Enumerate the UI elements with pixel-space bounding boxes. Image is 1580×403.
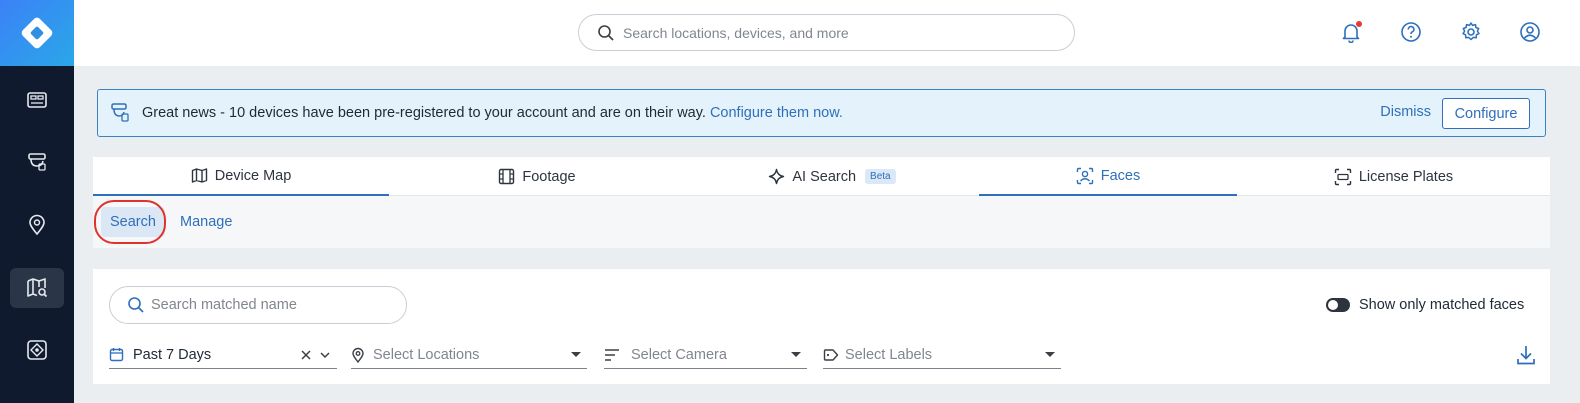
sparkle-icon	[769, 168, 785, 185]
help-button[interactable]	[1399, 20, 1423, 44]
tab-bar: Device Map Footage AI Search Beta Faces …	[93, 157, 1550, 196]
sidebar-item-apps[interactable]	[10, 330, 64, 370]
camera-select[interactable]: Select Camera	[604, 341, 807, 369]
dashboard-icon	[27, 92, 47, 108]
tag-icon	[823, 348, 839, 361]
clear-icon[interactable]	[300, 349, 312, 361]
download-button[interactable]	[1516, 344, 1536, 366]
beta-badge: Beta	[865, 169, 896, 184]
configure-now-link[interactable]: Configure them now.	[710, 105, 843, 121]
sidebar-item-cameras[interactable]	[10, 142, 64, 182]
logo-icon	[21, 17, 53, 49]
caret-down-icon	[791, 352, 801, 357]
film-icon	[499, 168, 515, 185]
global-search[interactable]	[578, 14, 1075, 51]
tab-label: Faces	[1100, 167, 1141, 184]
search-icon	[128, 297, 144, 313]
calendar-icon	[109, 348, 124, 362]
camera-icon	[111, 103, 129, 122]
tab-label: AI Search	[792, 168, 857, 185]
tab-ai-search[interactable]: AI Search Beta	[685, 157, 979, 196]
locations-placeholder: Select Locations	[373, 346, 480, 363]
caret-down-icon	[1045, 352, 1055, 357]
map-icon	[191, 168, 207, 183]
tab-device-map[interactable]: Device Map	[93, 157, 389, 196]
tabs-panel: Device Map Footage AI Search Beta Faces …	[93, 157, 1550, 248]
toggle-label: Show only matched faces	[1359, 297, 1525, 313]
user-icon	[1520, 22, 1540, 42]
location-pin-icon	[352, 347, 364, 363]
user-account-button[interactable]	[1518, 20, 1542, 44]
global-search-input[interactable]	[623, 24, 1023, 41]
banner-message: Great news - 10 devices have been pre-re…	[142, 105, 706, 121]
map-search-icon	[27, 278, 48, 298]
chevron-down-icon[interactable]	[319, 350, 331, 360]
gear-icon	[1462, 22, 1480, 41]
tab-label: License Plates	[1358, 168, 1454, 185]
sidebar-item-dashboard[interactable]	[10, 80, 64, 120]
labels-select[interactable]: Select Labels	[823, 341, 1061, 369]
tab-label: Footage	[522, 168, 576, 185]
date-range-select[interactable]: Past 7 Days	[109, 341, 337, 369]
search-icon	[598, 24, 614, 41]
location-pin-icon	[29, 214, 45, 236]
dismiss-button[interactable]: Dismiss	[1380, 104, 1431, 120]
notifications-button[interactable]	[1339, 20, 1363, 44]
app-logo[interactable]	[0, 0, 74, 66]
name-search[interactable]	[109, 286, 407, 324]
help-icon	[1401, 22, 1421, 42]
tab-label: Device Map	[214, 167, 292, 184]
tab-footage[interactable]: Footage	[389, 157, 685, 196]
camera-placeholder: Select Camera	[631, 346, 727, 363]
labels-placeholder: Select Labels	[845, 346, 933, 363]
settings-button[interactable]	[1459, 20, 1483, 44]
sidebar	[0, 0, 74, 403]
matched-faces-toggle[interactable]	[1326, 298, 1350, 312]
license-plate-icon	[1334, 168, 1352, 185]
subtab-manage[interactable]: Manage	[180, 207, 232, 237]
download-icon	[1517, 346, 1535, 365]
tab-license-plates[interactable]: License Plates	[1237, 157, 1550, 196]
configure-button[interactable]: Configure	[1442, 98, 1530, 129]
tab-faces[interactable]: Faces	[979, 157, 1237, 196]
sidebar-item-locations[interactable]	[10, 205, 64, 245]
top-bar	[74, 0, 1580, 66]
preregistration-banner: Great news - 10 devices have been pre-re…	[97, 89, 1546, 137]
date-range-value: Past 7 Days	[133, 346, 212, 363]
camera-icon	[28, 153, 46, 171]
subtab-search[interactable]: Search	[101, 207, 165, 237]
face-scan-icon	[1076, 167, 1093, 184]
apps-icon	[27, 340, 47, 360]
sort-lines-icon	[605, 348, 619, 361]
matched-faces-toggle-group: Show only matched faces	[1326, 297, 1524, 313]
sidebar-item-map-search[interactable]	[10, 268, 64, 308]
locations-select[interactable]: Select Locations	[351, 341, 587, 369]
filters-panel: Show only matched faces Past 7 Days Sele…	[93, 269, 1550, 384]
caret-down-icon	[571, 352, 581, 357]
notification-dot	[1356, 21, 1362, 27]
name-search-input[interactable]	[151, 297, 381, 313]
